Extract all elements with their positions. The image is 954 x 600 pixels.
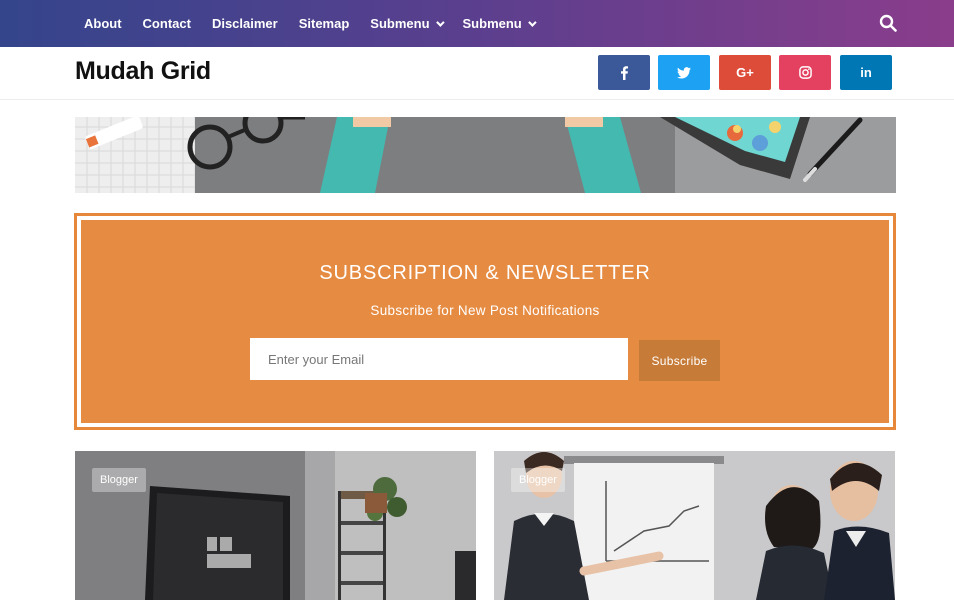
site-header: Mudah Grid G+ in xyxy=(0,47,954,100)
nav-item-disclaimer[interactable]: Disclaimer xyxy=(212,16,278,31)
top-navigation-bar: About Contact Disclaimer Sitemap Submenu… xyxy=(0,0,954,47)
nav-item-about[interactable]: About xyxy=(84,16,122,31)
twitter-icon xyxy=(677,66,691,79)
nav-item-label: Submenu xyxy=(370,16,430,31)
desk-illustration xyxy=(75,117,896,193)
category-badge[interactable]: Blogger xyxy=(511,468,565,492)
linkedin-button[interactable]: in xyxy=(840,55,892,90)
post-card[interactable]: Blogger xyxy=(75,451,476,600)
category-badge[interactable]: Blogger xyxy=(92,468,146,492)
facebook-button[interactable] xyxy=(598,55,650,90)
nav-item-submenu-2[interactable]: Submenu xyxy=(462,16,537,31)
twitter-button[interactable] xyxy=(658,55,710,90)
chevron-down-icon xyxy=(435,17,445,27)
nav-item-label: Sitemap xyxy=(298,16,350,31)
newsletter-subtitle: Subscribe for New Post Notifications xyxy=(370,303,600,318)
header-banner-image[interactable] xyxy=(75,117,896,193)
nav-item-label: About xyxy=(84,16,122,31)
newsletter-panel: SUBSCRIPTION & NEWSLETTER Subscribe for … xyxy=(81,220,889,423)
facebook-icon xyxy=(621,65,628,80)
search-icon xyxy=(879,14,897,32)
search-button[interactable] xyxy=(879,14,897,32)
nav-item-label: Disclaimer xyxy=(211,16,278,31)
chevron-down-icon xyxy=(527,17,537,27)
nav-item-label: Submenu xyxy=(462,16,522,31)
subscribe-button[interactable]: Subscribe xyxy=(639,340,720,381)
newsletter-title: SUBSCRIPTION & NEWSLETTER xyxy=(319,262,651,284)
nav-item-contact[interactable]: Contact xyxy=(143,16,191,31)
instagram-button[interactable] xyxy=(779,55,831,90)
post-card[interactable]: Blogger xyxy=(494,451,895,600)
google-plus-icon: G+ xyxy=(736,65,754,80)
nav-item-submenu-1[interactable]: Submenu xyxy=(370,16,445,31)
email-input[interactable] xyxy=(250,338,628,380)
nav-item-sitemap[interactable]: Sitemap xyxy=(299,16,350,31)
site-logo[interactable]: Mudah Grid xyxy=(75,57,211,86)
linkedin-icon: in xyxy=(860,65,872,80)
instagram-icon xyxy=(798,66,812,79)
nav-menu: About Contact Disclaimer Sitemap Submenu… xyxy=(84,16,555,31)
google-plus-button[interactable]: G+ xyxy=(719,55,771,90)
nav-item-label: Contact xyxy=(142,16,191,31)
newsletter-box: SUBSCRIPTION & NEWSLETTER Subscribe for … xyxy=(74,213,896,430)
